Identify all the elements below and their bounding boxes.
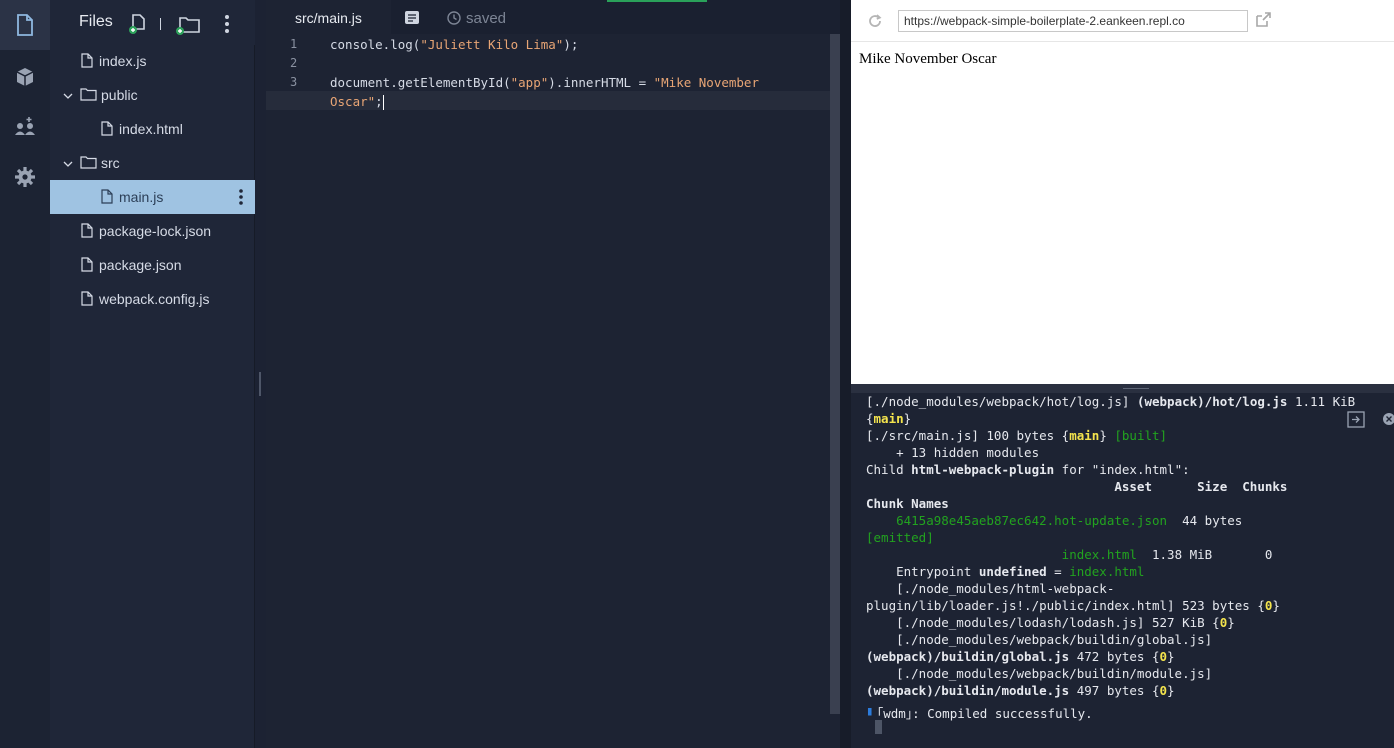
tab-label: src/main.js (295, 10, 362, 26)
new-folder-icon[interactable] (174, 12, 202, 36)
files-header: Files (50, 0, 255, 45)
terminal-line: (webpack)/buildin/global.js 472 bytes {0… (866, 649, 1175, 664)
terminal-line: plugin/lib/loader.js!./public/index.html… (866, 598, 1280, 613)
tab-main-js[interactable]: src/main.js (266, 0, 391, 34)
folder-icon (80, 88, 97, 101)
terminal-line: + 13 hidden modules (866, 445, 1040, 460)
close-icon[interactable] (1382, 412, 1394, 426)
code-line: Oscar"; (330, 94, 384, 110)
terminal-line: 6415a98e45aeb87ec642.hot-update.json 44 … (896, 513, 1243, 528)
folder-name: public (101, 87, 138, 103)
packages-rail-button[interactable] (0, 52, 50, 102)
new-file-icon[interactable] (126, 12, 150, 36)
multiplayer-rail-button[interactable] (0, 102, 50, 152)
folder-name: src (101, 155, 120, 171)
terminal-line: {main} (866, 411, 912, 426)
settings-rail-button[interactable] (0, 152, 50, 202)
terminal-line: [./node_modules/webpack/buildin/global.j… (866, 632, 1213, 647)
refresh-icon[interactable] (867, 13, 883, 29)
terminal-prompt-marker: ▮ (866, 703, 874, 718)
folder-item-src[interactable]: src (50, 146, 255, 180)
terminal-line: [./node_modules/webpack/hot/log.js] (web… (866, 394, 1356, 409)
file-item-webpack-config-js[interactable]: webpack.config.js (50, 282, 255, 316)
files-editor-splitter[interactable] (255, 0, 266, 748)
history-icon (447, 11, 461, 25)
preview-terminal-splitter[interactable] (851, 384, 1394, 393)
file-item-index-html[interactable]: index.html (50, 112, 255, 146)
more-options-icon[interactable] (215, 12, 239, 36)
terminal-line: [./node_modules/lodash/lodash.js] 527 Ki… (866, 615, 1235, 630)
file-name: index.html (119, 121, 183, 137)
code-editor: src/main.js saved 1 console.log("Juliett … (266, 0, 840, 748)
editor-preview-splitter[interactable] (840, 0, 851, 748)
editor-scrollbar[interactable] (830, 34, 840, 714)
file-icon (101, 189, 113, 204)
folder-item-public[interactable]: public (50, 78, 255, 112)
preview-url-input[interactable]: https://webpack-simple-boilerplate-2.ean… (898, 10, 1248, 32)
terminal-line: Chunk Names (866, 496, 949, 511)
terminal-line: Child html-webpack-plugin for "index.htm… (866, 462, 1190, 477)
terminal-line: index.html 1.38 MiB 0 (1061, 547, 1273, 562)
file-icon (81, 53, 93, 68)
code-area[interactable]: 1 console.log("Juliett Kilo Lima"); 2 3 docu… (266, 34, 840, 748)
file-item-main-js[interactable]: main.js (50, 180, 255, 214)
splitter-handle[interactable] (1123, 388, 1149, 389)
file-name: package.json (99, 257, 182, 273)
settings-icon (15, 167, 35, 187)
text-caret (382, 95, 384, 110)
file-name: webpack.config.js (99, 291, 210, 307)
file-icon (81, 291, 93, 306)
console-terminal[interactable]: [./node_modules/webpack/hot/log.js] (web… (851, 393, 1394, 748)
file-item-index-js[interactable]: index.js (50, 44, 255, 78)
file-name: index.js (99, 53, 147, 69)
files-icon (17, 14, 33, 36)
run-indicator (607, 0, 707, 2)
chevron-down-icon[interactable] (62, 90, 74, 102)
editor-tab-bar: src/main.js saved (266, 0, 840, 34)
preview-url-bar: https://webpack-simple-boilerplate-2.ean… (851, 0, 1394, 42)
chevron-down-icon[interactable] (62, 158, 74, 170)
files-panel: Files index.js public index.html src mai… (50, 0, 255, 748)
activity-rail (0, 0, 50, 748)
terminal-line: [./src/main.js] 100 bytes {main} [built] (866, 428, 1168, 443)
terminal-line: [./node_modules/webpack/buildin/module.j… (866, 666, 1213, 681)
terminal-cursor (875, 720, 882, 734)
splitter-handle[interactable] (259, 372, 261, 396)
web-preview: https://webpack-simple-boilerplate-2.ean… (851, 0, 1394, 384)
clear-console-icon[interactable] (1347, 411, 1367, 429)
file-item-package-json[interactable]: package.json (50, 248, 255, 282)
preview-body-text: Mike November Oscar (859, 51, 997, 67)
terminal-line: Asset Size Chunks (866, 479, 1288, 494)
terminal-line: Entrypoint undefined = index.html (866, 564, 1145, 579)
open-new-tab-icon[interactable] (1254, 11, 1272, 29)
line-number: 1 (290, 37, 298, 51)
file-options-icon[interactable] (233, 188, 249, 206)
code-line: console.log("Juliett Kilo Lima"); (330, 37, 579, 52)
file-icon (101, 121, 113, 136)
line-number: 3 (290, 75, 298, 89)
file-icon (81, 257, 93, 272)
file-name: main.js (119, 189, 164, 205)
terminal-line: [./node_modules/html-webpack- (866, 581, 1115, 596)
file-item-package-lock-json[interactable]: package-lock.json (50, 214, 255, 248)
header-separator (160, 18, 161, 30)
files-rail-button[interactable] (0, 0, 50, 50)
packages-icon (16, 68, 34, 86)
terminal-line: (webpack)/buildin/module.js 497 bytes {0… (866, 683, 1175, 698)
terminal-line: ｢wdm｣: Compiled successfully. (877, 706, 1093, 721)
folder-icon (80, 156, 97, 169)
notes-icon[interactable] (404, 10, 420, 25)
multiplayer-icon (15, 117, 35, 135)
file-name: package-lock.json (99, 223, 212, 239)
file-icon (81, 223, 93, 238)
files-title: Files (79, 13, 113, 30)
line-number: 2 (290, 56, 298, 70)
save-status: saved (466, 10, 507, 27)
code-line: document.getElementById("app").innerHTML… (330, 75, 759, 90)
terminal-line: [emitted] (866, 530, 934, 545)
